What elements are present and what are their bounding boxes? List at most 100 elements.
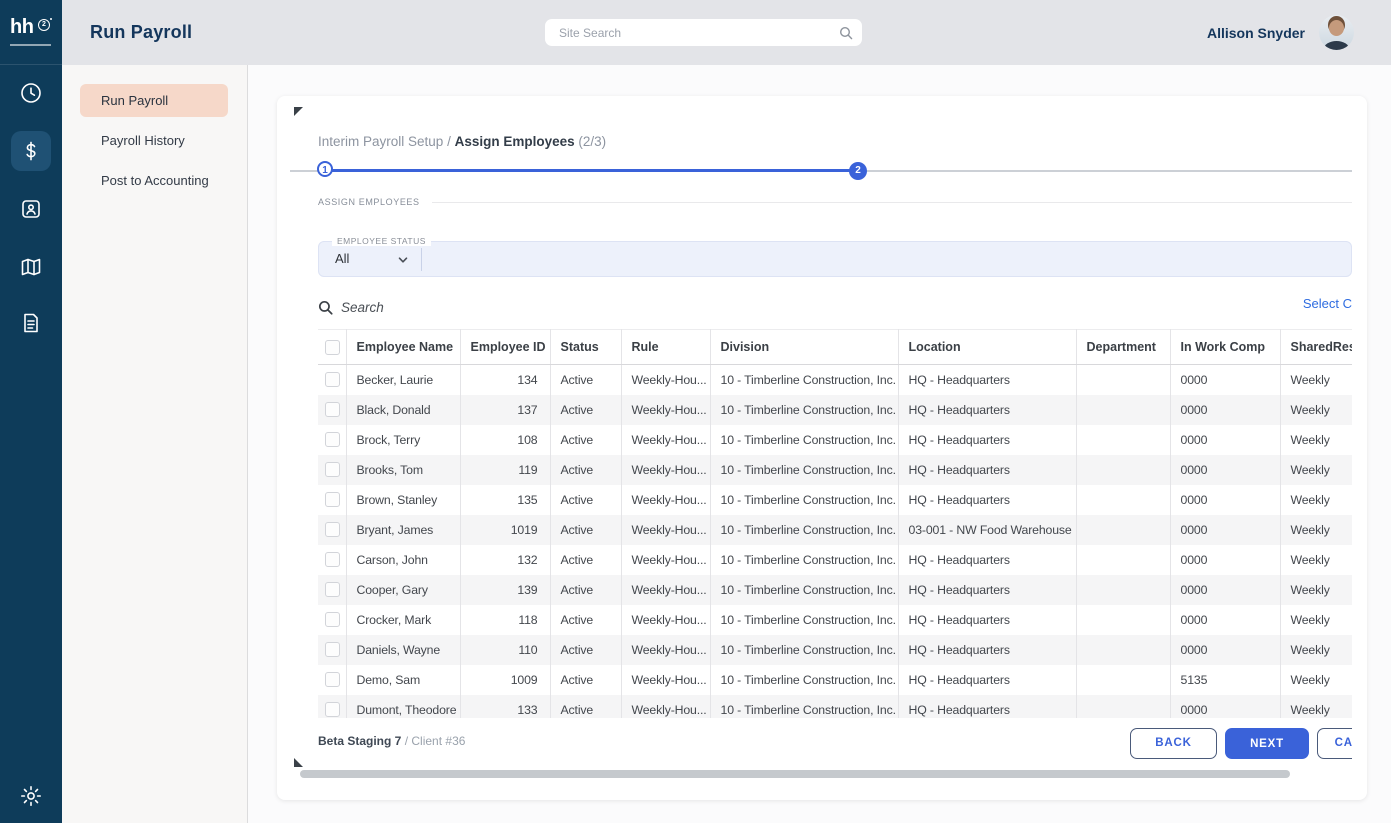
report-icon[interactable] (19, 311, 43, 335)
cell-name: Crocker, Mark (346, 605, 460, 635)
corner-mark-top-icon (294, 107, 303, 116)
cell-department (1076, 455, 1170, 485)
row-checkbox[interactable] (325, 402, 340, 417)
site-search-input[interactable] (545, 19, 862, 46)
cell-work_comp: 5135 (1170, 665, 1280, 695)
cell-status: Active (550, 695, 621, 719)
sidebar-item-post-to-accounting[interactable]: Post to Accounting (80, 164, 228, 197)
cell-division: 10 - Timberline Construction, Inc. (710, 455, 898, 485)
breadcrumb-parent[interactable]: Interim Payroll Setup (318, 134, 443, 149)
cell-location: HQ - Headquarters (898, 545, 1076, 575)
cell-id: 132 (460, 545, 550, 575)
chevron-down-icon[interactable] (397, 253, 409, 271)
horizontal-scrollbar[interactable] (300, 770, 1290, 778)
cell-shared: Weekly (1280, 695, 1352, 719)
header-checkbox[interactable] (325, 340, 340, 355)
user-menu[interactable]: Allison Snyder (1207, 0, 1354, 65)
row-checkbox[interactable] (325, 612, 340, 627)
map-icon[interactable] (19, 255, 43, 279)
col-division: Division (710, 330, 898, 365)
cell-shared: Weekly (1280, 665, 1352, 695)
table-search-input[interactable] (341, 300, 561, 315)
employee-status-filter: EMPLOYEE STATUS All (318, 241, 1352, 277)
row-checkbox[interactable] (325, 552, 340, 567)
row-checkbox[interactable] (325, 672, 340, 687)
step-2-circle[interactable]: 2 (849, 162, 867, 180)
row-checkbox[interactable] (325, 462, 340, 477)
row-checkbox[interactable] (325, 642, 340, 657)
settings-gear-icon[interactable] (19, 784, 43, 808)
cell-checkbox (318, 395, 346, 425)
employees-icon[interactable] (19, 197, 43, 221)
search-icon (839, 26, 853, 40)
cell-division: 10 - Timberline Construction, Inc. (710, 365, 898, 395)
sidebar-item-payroll-history[interactable]: Payroll History (80, 124, 228, 157)
section-title: ASSIGN EMPLOYEES (318, 197, 420, 207)
cell-work_comp: 0000 (1170, 575, 1280, 605)
next-button[interactable]: NEXT (1225, 728, 1309, 759)
col-location: Location (898, 330, 1076, 365)
sidebar-item-run-payroll[interactable]: Run Payroll (80, 84, 228, 117)
logo-badge-icon: 2 (38, 19, 50, 31)
client-number: Client #36 (411, 734, 465, 748)
cancel-button[interactable]: CANCEL (1317, 728, 1352, 759)
cell-checkbox (318, 605, 346, 635)
cell-shared: Weekly (1280, 575, 1352, 605)
back-button[interactable]: BACK (1130, 728, 1217, 759)
cell-division: 10 - Timberline Construction, Inc. (710, 635, 898, 665)
app-logo[interactable]: hh 2 (0, 0, 62, 65)
time-icon[interactable] (19, 81, 43, 105)
cell-shared: Weekly (1280, 485, 1352, 515)
cell-department (1076, 575, 1170, 605)
col-rule: Rule (621, 330, 710, 365)
cell-name: Demo, Sam (346, 665, 460, 695)
cell-status: Active (550, 485, 621, 515)
cell-work_comp: 0000 (1170, 365, 1280, 395)
payroll-nav-active-tile[interactable] (11, 131, 51, 171)
cell-department (1076, 395, 1170, 425)
wizard-actions: BACK NEXT CANCEL (1130, 728, 1352, 760)
cell-location: HQ - Headquarters (898, 605, 1076, 635)
table-row: Daniels, Wayne110ActiveWeekly-Hou...10 -… (318, 635, 1352, 665)
cell-name: Bryant, James (346, 515, 460, 545)
cell-department (1076, 665, 1170, 695)
cell-name: Becker, Laurie (346, 365, 460, 395)
cell-checkbox (318, 515, 346, 545)
cell-status: Active (550, 365, 621, 395)
cell-location: HQ - Headquarters (898, 425, 1076, 455)
cell-name: Black, Donald (346, 395, 460, 425)
cell-status: Active (550, 515, 621, 545)
row-checkbox[interactable] (325, 702, 340, 717)
table-row: Black, Donald137ActiveWeekly-Hou...10 - … (318, 395, 1352, 425)
cell-id: 139 (460, 575, 550, 605)
cell-id: 137 (460, 395, 550, 425)
cell-work_comp: 0000 (1170, 605, 1280, 635)
row-checkbox[interactable] (325, 492, 340, 507)
cell-work_comp: 0000 (1170, 695, 1280, 719)
app-rail: hh 2 (0, 0, 62, 823)
cell-status: Active (550, 635, 621, 665)
cell-department (1076, 605, 1170, 635)
cell-checkbox (318, 695, 346, 719)
payroll-sidebar: Run Payroll Payroll History Post to Acco… (62, 65, 248, 823)
cell-checkbox (318, 665, 346, 695)
step-1-circle[interactable]: 1 (317, 161, 333, 177)
logo-text: hh (10, 16, 33, 39)
table-header-row: Employee Name Employee ID Status Rule Di… (318, 330, 1352, 365)
cell-name: Cooper, Gary (346, 575, 460, 605)
cell-shared: Weekly (1280, 515, 1352, 545)
cell-rule: Weekly-Hou... (621, 365, 710, 395)
cell-department (1076, 515, 1170, 545)
row-checkbox[interactable] (325, 372, 340, 387)
cell-rule: Weekly-Hou... (621, 575, 710, 605)
cell-id: 119 (460, 455, 550, 485)
select-link[interactable]: Select C (1303, 296, 1352, 311)
employee-status-select[interactable]: All (335, 242, 349, 276)
cell-location: HQ - Headquarters (898, 395, 1076, 425)
row-checkbox[interactable] (325, 522, 340, 537)
cell-checkbox (318, 485, 346, 515)
row-checkbox[interactable] (325, 432, 340, 447)
table-row: Brooks, Tom119ActiveWeekly-Hou...10 - Ti… (318, 455, 1352, 485)
table-row: Carson, John132ActiveWeekly-Hou...10 - T… (318, 545, 1352, 575)
row-checkbox[interactable] (325, 582, 340, 597)
